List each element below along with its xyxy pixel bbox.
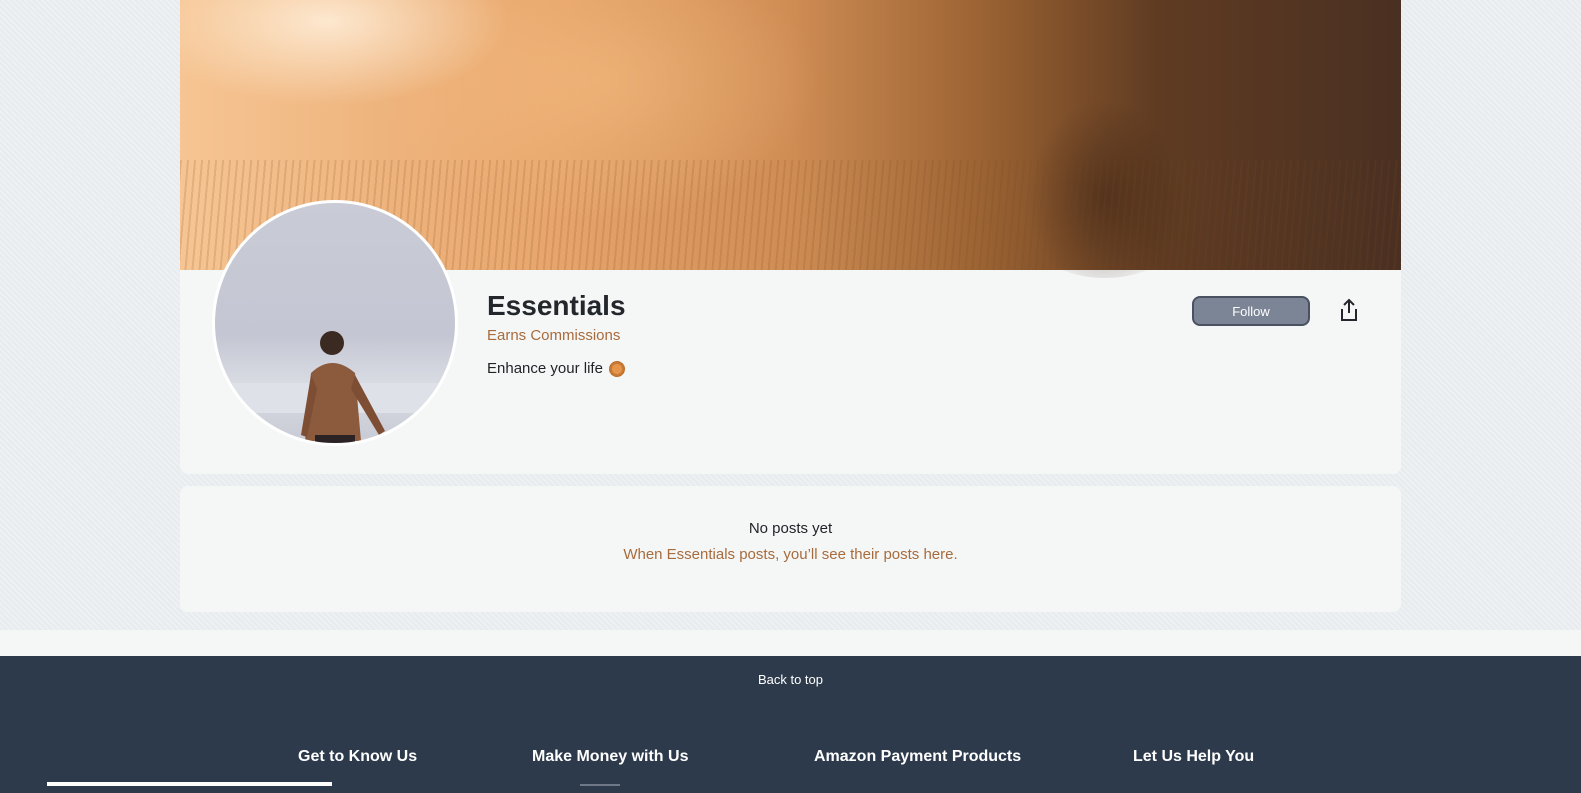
footer-heading-payment-products[interactable]: Amazon Payment Products: [814, 748, 1021, 766]
avatar-photo: [215, 331, 455, 443]
no-posts-title: No posts yet: [748, 520, 833, 537]
footer-heading-help[interactable]: Let Us Help You: [1133, 748, 1254, 766]
avatar: [212, 200, 458, 446]
no-posts-subtitle: When Essentials posts, you’ll see their …: [623, 546, 958, 563]
footer-divider-tick: [580, 784, 620, 786]
bio-text: Enhance your life: [487, 360, 603, 377]
share-button[interactable]: [1336, 296, 1362, 324]
back-to-top-link[interactable]: Back to top: [0, 672, 1581, 687]
profile-name: Essentials: [487, 290, 626, 321]
footer-heading-get-to-know-us[interactable]: Get to Know Us: [298, 748, 417, 766]
footer-focus-underline: [47, 782, 332, 786]
footer: Back to top Get to Know Us Make Money wi…: [0, 656, 1581, 793]
posts-card: No posts yet When Essentials posts, you’…: [180, 486, 1401, 612]
sun-icon: [608, 360, 625, 377]
follow-button[interactable]: Follow: [1192, 296, 1310, 326]
profile-bio: Enhance your life: [487, 360, 625, 377]
earns-commissions-label: Earns Commissions: [487, 327, 621, 344]
footer-heading-make-money[interactable]: Make Money with Us: [532, 748, 688, 766]
share-icon: [1341, 298, 1357, 321]
